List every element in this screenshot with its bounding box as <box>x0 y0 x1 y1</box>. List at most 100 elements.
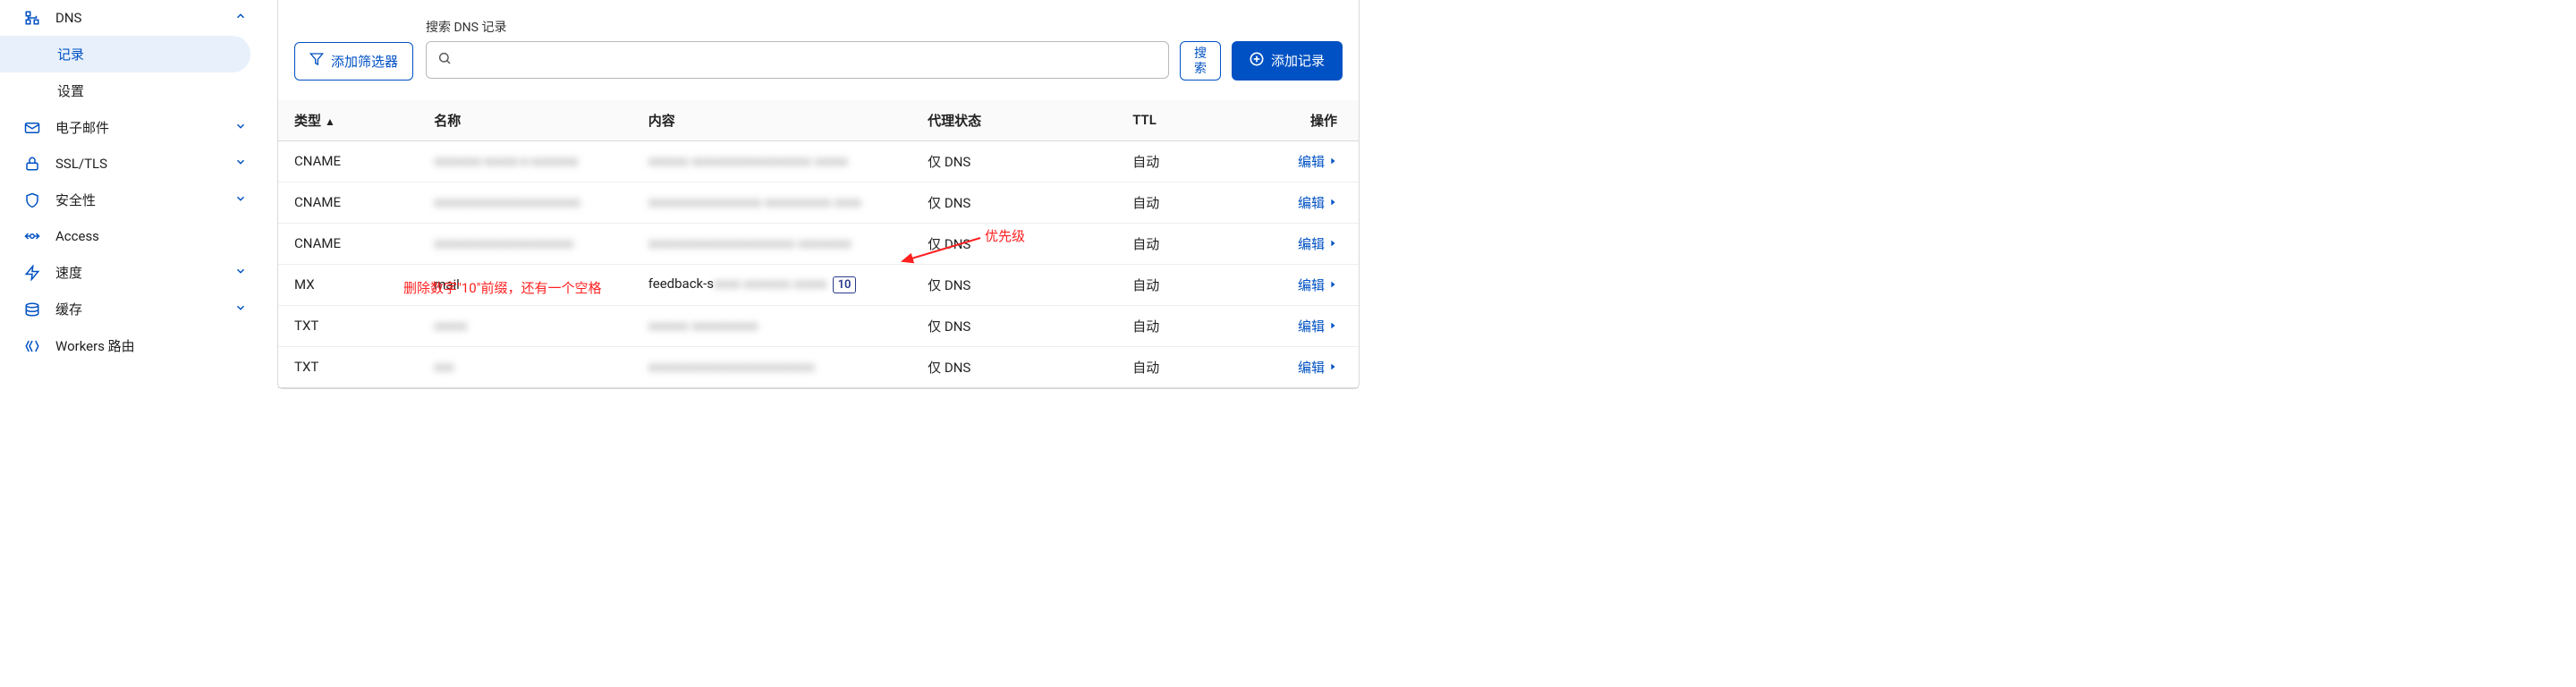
sidebar-item-security[interactable]: 安全性 <box>0 182 259 218</box>
cell-actions: 编辑 <box>1275 182 1359 223</box>
search-field[interactable] <box>426 41 1169 79</box>
search-input[interactable] <box>459 53 1157 68</box>
cell-name: mail <box>418 264 632 305</box>
cell-proxy: 仅 DNS <box>911 140 1116 182</box>
workers-icon <box>23 337 41 355</box>
sidebar-item-label: 电子邮件 <box>55 118 109 137</box>
chevron-down-icon <box>234 301 247 318</box>
cell-name: xxxxxxxxxxxxxxxxxxxxxx <box>418 182 632 223</box>
col-header-type[interactable]: 类型▲ <box>278 100 418 141</box>
cell-type: TXT <box>278 305 418 346</box>
sidebar-subitem-settings[interactable]: 设置 <box>0 72 250 109</box>
cell-content: xxxxxxxxxxxxxxxxxxxxxx xxxxxxxx <box>632 223 911 264</box>
cell-actions: 编辑 <box>1275 346 1359 387</box>
cell-ttl: 自动 <box>1116 140 1275 182</box>
cell-proxy: 仅 DNS <box>911 264 1116 305</box>
edit-button[interactable]: 编辑 <box>1298 276 1337 294</box>
cell-name: xxx <box>418 346 632 387</box>
sidebar-item-label: Access <box>55 228 99 244</box>
table-row: MXmailfeedback-sxxxx xxxxxxx xxxxx10仅 DN… <box>278 264 1359 305</box>
edit-button[interactable]: 编辑 <box>1298 152 1337 171</box>
cell-name: xxxxxxxxxxxxxxxxxxxxx <box>418 223 632 264</box>
table-row: CNAMExxxxxxxxxxxxxxxxxxxxxxxxxxxxxxxxxxx… <box>278 223 1359 264</box>
col-header-proxy[interactable]: 代理状态 <box>911 100 1116 141</box>
cell-actions: 编辑 <box>1275 223 1359 264</box>
cell-ttl: 自动 <box>1116 305 1275 346</box>
lock-icon <box>23 155 41 173</box>
cell-ttl: 自动 <box>1116 182 1275 223</box>
sidebar-item-label: Workers 路由 <box>55 336 135 355</box>
main-content: 添加筛选器 搜索 DNS 记录 搜索 <box>259 0 1377 367</box>
priority-badge: 10 <box>833 276 857 293</box>
table-row: TXTxxxxxxxxxxxxxxxxxxxxxxxxxxxx仅 DNS自动编辑 <box>278 346 1359 387</box>
sort-asc-icon: ▲ <box>325 115 335 128</box>
edit-button[interactable]: 编辑 <box>1298 317 1337 335</box>
add-filter-label: 添加筛选器 <box>331 52 398 71</box>
edit-button[interactable]: 编辑 <box>1298 193 1337 212</box>
cell-content: xxxxxxxxxxxxxxxxxxxxxxxxx <box>632 346 911 387</box>
cell-proxy: 仅 DNS <box>911 305 1116 346</box>
table-row: CNAMExxxxxxx-xxxxx-x-xxxxxxxxxxxxx xxxxx… <box>278 140 1359 182</box>
cell-name: xxxxxxx-xxxxx-x-xxxxxxx <box>418 140 632 182</box>
sidebar-subitem-label: 设置 <box>57 83 84 99</box>
sidebar-item-label: SSL/TLS <box>55 156 107 172</box>
col-header-ttl[interactable]: TTL <box>1116 100 1275 141</box>
sidebar-item-label: 安全性 <box>55 191 96 209</box>
cell-content: xxxxxxxxxxxxxxxxx xxxxxxxxxx xxxx <box>632 182 911 223</box>
table-row: CNAMExxxxxxxxxxxxxxxxxxxxxxxxxxxxxxxxxxx… <box>278 182 1359 223</box>
search-button[interactable]: 搜索 <box>1180 41 1221 81</box>
edit-button[interactable]: 编辑 <box>1298 358 1337 377</box>
cell-content: xxxxxx xxxxxxxxxx <box>632 305 911 346</box>
access-icon <box>23 227 41 245</box>
cell-actions: 编辑 <box>1275 305 1359 346</box>
toolbar: 添加筛选器 搜索 DNS 记录 搜索 <box>294 18 1343 81</box>
cell-ttl: 自动 <box>1116 346 1275 387</box>
add-record-button[interactable]: 添加记录 <box>1232 41 1343 81</box>
sidebar-item-label: 速度 <box>55 263 82 282</box>
cell-type: MX <box>278 264 418 305</box>
chevron-down-icon <box>234 156 247 172</box>
cell-type: CNAME <box>278 223 418 264</box>
sidebar: DNS 记录 设置 电子邮件 SSL/T <box>0 0 259 367</box>
sidebar-subitem-records[interactable]: 记录 <box>0 36 250 72</box>
sidebar-item-speed[interactable]: 速度 <box>0 254 259 291</box>
cell-type: CNAME <box>278 182 418 223</box>
search-icon <box>437 51 452 69</box>
chevron-down-icon <box>234 120 247 136</box>
sidebar-item-email[interactable]: 电子邮件 <box>0 109 259 146</box>
col-header-name[interactable]: 名称 <box>418 100 632 141</box>
search-label: 搜索 DNS 记录 <box>426 18 1343 36</box>
cell-proxy: 仅 DNS <box>911 346 1116 387</box>
cell-content: feedback-sxxxx xxxxxxx xxxxx10 <box>632 264 911 305</box>
dns-records-table: 类型▲ 名称 内容 代理状态 TTL 操作 CNAMExxxxxxx-xxxxx… <box>278 100 1359 388</box>
filter-icon <box>309 52 324 70</box>
add-filter-button[interactable]: 添加筛选器 <box>294 42 413 81</box>
sidebar-item-workers[interactable]: Workers 路由 <box>0 327 259 364</box>
cell-actions: 编辑 <box>1275 140 1359 182</box>
table-row: TXTxxxxxxxxxxx xxxxxxxxxx仅 DNS自动 编辑 <box>278 305 1359 346</box>
sidebar-item-dns[interactable]: DNS <box>0 0 259 36</box>
cell-content: xxxxxx xxxxxxxxxxxxxxxxxx xxxxx <box>632 140 911 182</box>
cell-ttl: 自动 <box>1116 264 1275 305</box>
bolt-icon <box>23 264 41 282</box>
col-header-actions: 操作 <box>1275 100 1359 141</box>
sidebar-item-label: DNS <box>55 10 81 26</box>
sidebar-subitem-label: 记录 <box>57 47 84 63</box>
sidebar-item-access[interactable]: Access <box>0 218 259 254</box>
plus-icon <box>1250 52 1264 70</box>
chevron-up-icon <box>234 10 247 26</box>
shield-icon <box>23 191 41 209</box>
sidebar-item-ssl[interactable]: SSL/TLS <box>0 146 259 182</box>
cell-name: xxxxx <box>418 305 632 346</box>
chevron-down-icon <box>234 192 247 208</box>
edit-button[interactable]: 编辑 <box>1298 234 1337 253</box>
add-record-label: 添加记录 <box>1271 51 1325 70</box>
mail-icon <box>23 119 41 137</box>
sidebar-item-cache[interactable]: 缓存 <box>0 291 259 327</box>
cell-actions: 编辑 <box>1275 264 1359 305</box>
cell-proxy: 仅 DNS <box>911 223 1116 264</box>
network-icon <box>23 9 41 27</box>
col-header-content[interactable]: 内容 <box>632 100 911 141</box>
cache-icon <box>23 301 41 318</box>
chevron-down-icon <box>234 265 247 281</box>
